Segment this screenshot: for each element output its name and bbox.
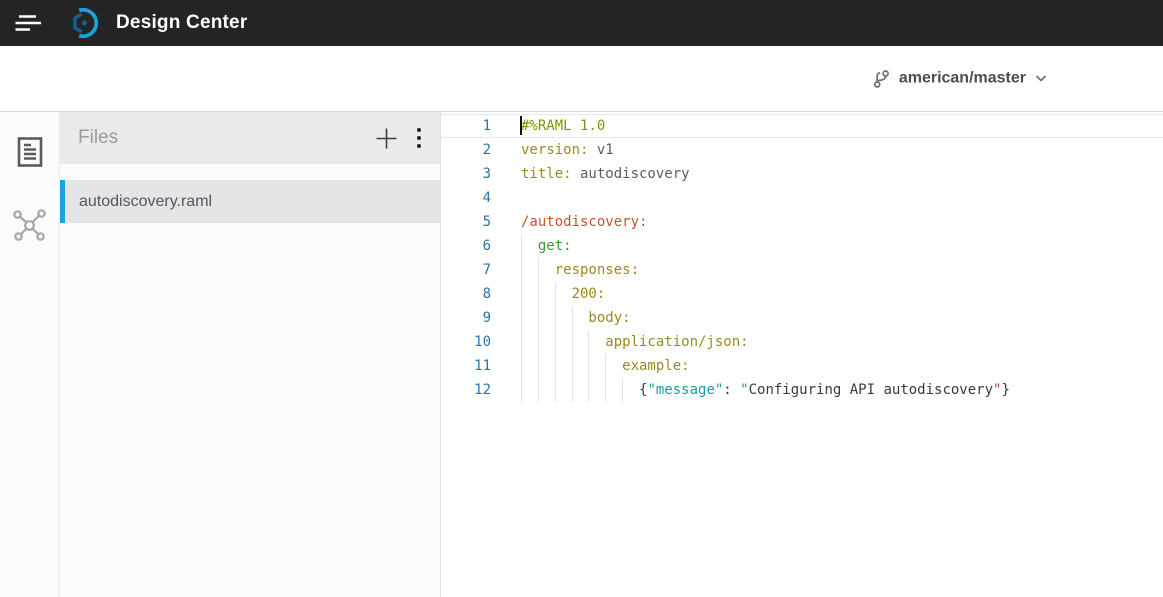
- indent-guide: [521, 258, 522, 282]
- line-number: 1: [441, 114, 491, 138]
- add-file-button[interactable]: [373, 125, 400, 152]
- indent-guide: [588, 330, 589, 354]
- indent-guide: [538, 282, 539, 306]
- code-line[interactable]: 8 200:: [441, 282, 1163, 306]
- git-branch-icon: [873, 68, 890, 89]
- line-number: 6: [441, 234, 491, 258]
- line-number: 9: [441, 306, 491, 330]
- code-line[interactable]: 2 version: v1: [441, 138, 1163, 162]
- main-content: Files autodiscovery.raml 1: [0, 112, 1163, 597]
- line-number: 3: [441, 162, 491, 186]
- indent-guide: [538, 306, 539, 330]
- chevron-down-icon: [1035, 75, 1047, 83]
- files-panel: Files autodiscovery.raml: [60, 112, 441, 597]
- code-text: {"message": "Configuring API autodiscove…: [521, 378, 1010, 402]
- indent-guide: [605, 354, 606, 378]
- line-number: 4: [441, 186, 491, 210]
- indent-guide: [572, 378, 573, 402]
- code-text: /autodiscovery:: [521, 210, 647, 234]
- code-text: example:: [521, 354, 690, 378]
- files-panel-header: Files: [60, 112, 440, 164]
- indent-guide: [538, 258, 539, 282]
- design-center-app: Design Center american/master: [0, 0, 1163, 597]
- code-line[interactable]: 4: [441, 186, 1163, 210]
- indent-guide: [605, 378, 606, 402]
- indent-guide: [622, 378, 623, 402]
- indent-guide: [588, 354, 589, 378]
- indent-guide: [555, 378, 556, 402]
- line-number: 8: [441, 282, 491, 306]
- sub-header: american/master: [0, 46, 1163, 112]
- indent-guide: [572, 306, 573, 330]
- indent-guide: [521, 378, 522, 402]
- line-number: 2: [441, 138, 491, 162]
- code-line[interactable]: 7 responses:: [441, 258, 1163, 282]
- indent-guide: [521, 330, 522, 354]
- branch-label: american/master: [899, 70, 1026, 88]
- code-line[interactable]: 3 title: autodiscovery: [441, 162, 1163, 186]
- mulesoft-logo-icon[interactable]: [66, 6, 100, 40]
- indent-guide: [555, 354, 556, 378]
- file-list: autodiscovery.raml: [60, 180, 440, 223]
- spec-document-icon[interactable]: [14, 134, 46, 170]
- code-text: application/json:: [521, 330, 749, 354]
- indent-guide: [572, 354, 573, 378]
- app-title: Design Center: [116, 12, 247, 34]
- code-text: #%RAML 1.0: [521, 114, 605, 138]
- files-kebab-menu-button[interactable]: [414, 125, 424, 151]
- code-text: 200:: [521, 282, 605, 306]
- code-text: responses:: [521, 258, 639, 282]
- indent-guide: [538, 330, 539, 354]
- code-lines: 1 #%RAML 1.0 2 version: v1 3 title: autodisco…: [441, 114, 1163, 402]
- line-number: 10: [441, 330, 491, 354]
- indent-guide: [521, 282, 522, 306]
- files-panel-title: Files: [78, 127, 373, 149]
- indent-guide: [555, 330, 556, 354]
- code-line[interactable]: 5/autodiscovery:: [441, 210, 1163, 234]
- indent-guide: [521, 354, 522, 378]
- text-cursor: [520, 116, 522, 135]
- indent-guide: [555, 282, 556, 306]
- indent-guide: [521, 306, 522, 330]
- code-line[interactable]: 12 {"message": "Configuring API autodisc…: [441, 378, 1163, 402]
- code-line[interactable]: 6 get:: [441, 234, 1163, 258]
- indent-guide: [538, 354, 539, 378]
- code-editor[interactable]: 1 #%RAML 1.0 2 version: v1 3 title: autodisco…: [441, 112, 1163, 597]
- code-line[interactable]: 11 example:: [441, 354, 1163, 378]
- code-text: get:: [521, 234, 572, 258]
- branch-selector[interactable]: american/master: [873, 68, 1047, 89]
- code-line[interactable]: 1 #%RAML 1.0: [441, 114, 1163, 138]
- code-text: version: v1: [521, 138, 614, 162]
- line-number: 11: [441, 354, 491, 378]
- hamburger-menu-icon[interactable]: [12, 9, 44, 37]
- file-name: autodiscovery.raml: [79, 193, 212, 211]
- code-text: body:: [521, 306, 631, 330]
- code-line[interactable]: 9 body:: [441, 306, 1163, 330]
- code-text: title: autodiscovery: [521, 162, 690, 186]
- indent-guide: [572, 330, 573, 354]
- indent-guide: [588, 378, 589, 402]
- code-line[interactable]: 10 application/json:: [441, 330, 1163, 354]
- top-bar: Design Center: [0, 0, 1163, 46]
- indent-guide: [555, 306, 556, 330]
- line-number: 5: [441, 210, 491, 234]
- datagraph-icon[interactable]: [9, 206, 50, 245]
- left-rail: [0, 112, 60, 597]
- line-number: 12: [441, 378, 491, 402]
- indent-guide: [538, 378, 539, 402]
- indent-guide: [521, 234, 522, 258]
- line-number: 7: [441, 258, 491, 282]
- file-item[interactable]: autodiscovery.raml: [60, 180, 440, 223]
